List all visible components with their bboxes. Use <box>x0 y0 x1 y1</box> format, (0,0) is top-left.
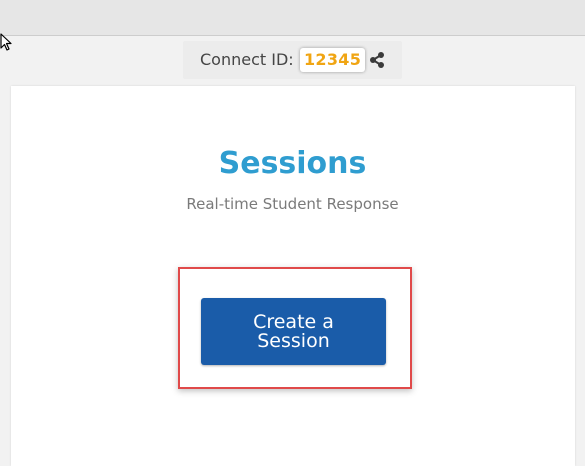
connect-id-value: 12345 <box>300 48 366 72</box>
top-bar <box>0 0 585 36</box>
share-icon[interactable] <box>368 51 386 69</box>
page-title: Sessions <box>218 146 367 181</box>
page-subtitle: Real-time Student Response <box>186 195 399 213</box>
mouse-pointer-icon <box>0 33 12 51</box>
connect-id-label: Connect ID: <box>200 50 294 69</box>
create-session-button[interactable]: Create a Session <box>201 298 386 365</box>
create-session-label: Create a Session <box>253 310 334 352</box>
